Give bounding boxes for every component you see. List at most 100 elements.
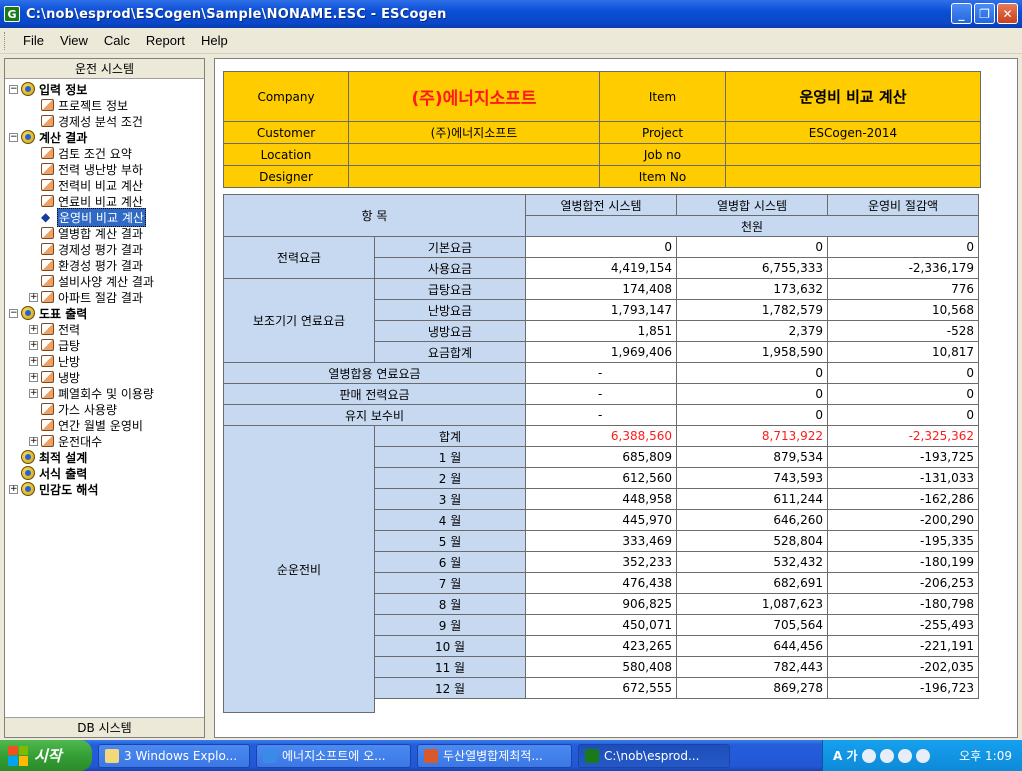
expand-icon[interactable]: + [9, 484, 18, 494]
app-icon: G [4, 6, 20, 22]
menu-view[interactable]: View [52, 33, 96, 48]
menu-file[interactable]: File [15, 33, 52, 48]
tree-item-label: 가스 사용량 [58, 402, 118, 417]
tree-item[interactable]: − 계산 결과 [5, 129, 204, 145]
tree-item[interactable]: 경제성 평가 결과 [5, 241, 204, 257]
escogen-icon [585, 748, 599, 763]
task-hwp-document[interactable]: 두산열병합제최적... [417, 743, 572, 768]
operating-cost-table: 항 목 열병합전 시스템 열병합 시스템 운영비 절감액 천원 전력요금 기본요금… [223, 194, 979, 713]
tree-item[interactable]: 서식 출력 [5, 465, 204, 481]
row-label: 유지 보수비 [223, 404, 526, 426]
month-label: 7 월 [374, 572, 526, 594]
tree-item[interactable]: 연간 월별 운영비 [5, 417, 204, 433]
panel-header-operating-system[interactable]: 운전 시스템 [5, 59, 204, 79]
row-label: 기본요금 [374, 236, 526, 258]
value-savings: -131,033 [827, 467, 979, 489]
clock[interactable]: 오후 1:09 [959, 747, 1012, 764]
menu-calc[interactable]: Calc [96, 33, 138, 48]
value-savings: 10,817 [827, 341, 979, 363]
tree-item[interactable]: ◆ 운영비 비교 계산 [5, 207, 204, 227]
tree-item-label: 경제성 분석 조건 [58, 114, 143, 129]
tree-item[interactable]: − 도표 출력 [5, 305, 204, 321]
value-before-cogen: 906,825 [525, 593, 677, 615]
expand-icon[interactable]: + [29, 324, 38, 334]
collapse-icon[interactable]: − [9, 132, 18, 142]
panel-footer-db-system[interactable]: DB 시스템 [5, 717, 204, 737]
expand-icon[interactable]: + [29, 292, 38, 302]
gear-folder-icon [21, 130, 35, 144]
document-icon [41, 227, 54, 239]
tree-item[interactable]: 전력비 비교 계산 [5, 177, 204, 193]
toolbar-grip[interactable] [4, 31, 7, 50]
tree-item[interactable]: + 냉방 [5, 369, 204, 385]
tree-item[interactable]: + 난방 [5, 353, 204, 369]
value-savings: -255,493 [827, 614, 979, 636]
ime-indicator[interactable]: A 가 [833, 747, 858, 764]
tree-item-label: 검토 조건 요약 [58, 146, 132, 161]
value-cogen: 0 [676, 383, 828, 405]
tree-item-label: 환경성 평가 결과 [58, 258, 143, 273]
collapse-icon[interactable]: − [9, 84, 18, 94]
expand-icon[interactable]: + [29, 436, 38, 446]
gear-folder-icon [21, 466, 35, 480]
task-label: C:\nob\esprod... [604, 748, 700, 763]
collapse-icon[interactable]: − [9, 308, 18, 318]
document-icon [41, 163, 54, 175]
value-cogen: 1,782,579 [676, 299, 828, 321]
start-button[interactable]: 시작 [0, 740, 92, 771]
tree-item[interactable]: + 급탕 [5, 337, 204, 353]
tree-item[interactable]: + 운전대수 [5, 433, 204, 449]
tree-item[interactable]: 최적 설계 [5, 449, 204, 465]
maximize-button[interactable]: ❐ [974, 3, 995, 24]
tree-item[interactable]: − 입력 정보 [5, 81, 204, 97]
tree-item[interactable]: 설비사양 계산 결과 [5, 273, 204, 289]
expand-icon[interactable]: + [29, 388, 38, 398]
document-icon [41, 291, 54, 303]
document-icon [41, 243, 54, 255]
security-icon[interactable] [915, 748, 930, 763]
value-before-cogen: 685,809 [525, 446, 677, 468]
document-icon [41, 339, 54, 351]
expand-icon[interactable]: + [29, 356, 38, 366]
bluetooth-icon[interactable] [879, 748, 894, 763]
value-savings: -206,253 [827, 572, 979, 594]
title-bar[interactable]: G C:\nob\esprod\ESCogen\Sample\NONAME.ES… [0, 0, 1022, 28]
volume-icon[interactable] [897, 748, 912, 763]
value-before-cogen: 448,958 [525, 488, 677, 510]
tree-item-label: 입력 정보 [39, 82, 88, 97]
document-icon [41, 179, 54, 191]
value-savings: -528 [827, 320, 979, 342]
document-icon [41, 259, 54, 271]
task-escogen[interactable]: C:\nob\esprod... [578, 743, 730, 768]
tree-item[interactable]: + 아파트 절감 결과 [5, 289, 204, 305]
value-before-cogen: 4,419,154 [525, 257, 677, 279]
task-ie-window[interactable]: 에너지소프트에 오... [256, 743, 411, 768]
network-icon[interactable] [861, 748, 876, 763]
tree-item[interactable]: 프로젝트 정보 [5, 97, 204, 113]
tree-item[interactable]: 경제성 분석 조건 [5, 113, 204, 129]
value-cogen: 1,958,590 [676, 341, 828, 363]
col-header-item: 항 목 [223, 194, 526, 237]
tree-item[interactable]: 검토 조건 요약 [5, 145, 204, 161]
jobno-value [725, 143, 981, 166]
task-label: 에너지소프트에 오... [282, 749, 386, 763]
expand-icon[interactable]: + [29, 340, 38, 350]
value-before-cogen: 174,408 [525, 278, 677, 300]
expand-icon[interactable]: + [29, 372, 38, 382]
value-before-cogen: 1,851 [525, 320, 677, 342]
close-button[interactable]: ✕ [997, 3, 1018, 24]
minimize-button[interactable]: _ [951, 3, 972, 24]
tree-item[interactable]: 전력 냉난방 부하 [5, 161, 204, 177]
tree-item[interactable]: + 폐열회수 및 이용량 [5, 385, 204, 401]
tree-item[interactable]: 환경성 평가 결과 [5, 257, 204, 273]
window-title: C:\nob\esprod\ESCogen\Sample\NONAME.ESC … [26, 6, 447, 22]
value-before-cogen: 450,071 [525, 614, 677, 636]
menu-help[interactable]: Help [193, 33, 236, 48]
tree-item[interactable]: + 전력 [5, 321, 204, 337]
tree-item[interactable]: + 민감도 해석 [5, 481, 204, 497]
menu-report[interactable]: Report [138, 33, 193, 48]
tree-item[interactable]: 열병합 계산 결과 [5, 225, 204, 241]
tree-item[interactable]: 가스 사용량 [5, 401, 204, 417]
task-windows-explorer[interactable]: 3 Windows Explo... [98, 743, 250, 768]
gear-folder-icon [21, 482, 35, 496]
